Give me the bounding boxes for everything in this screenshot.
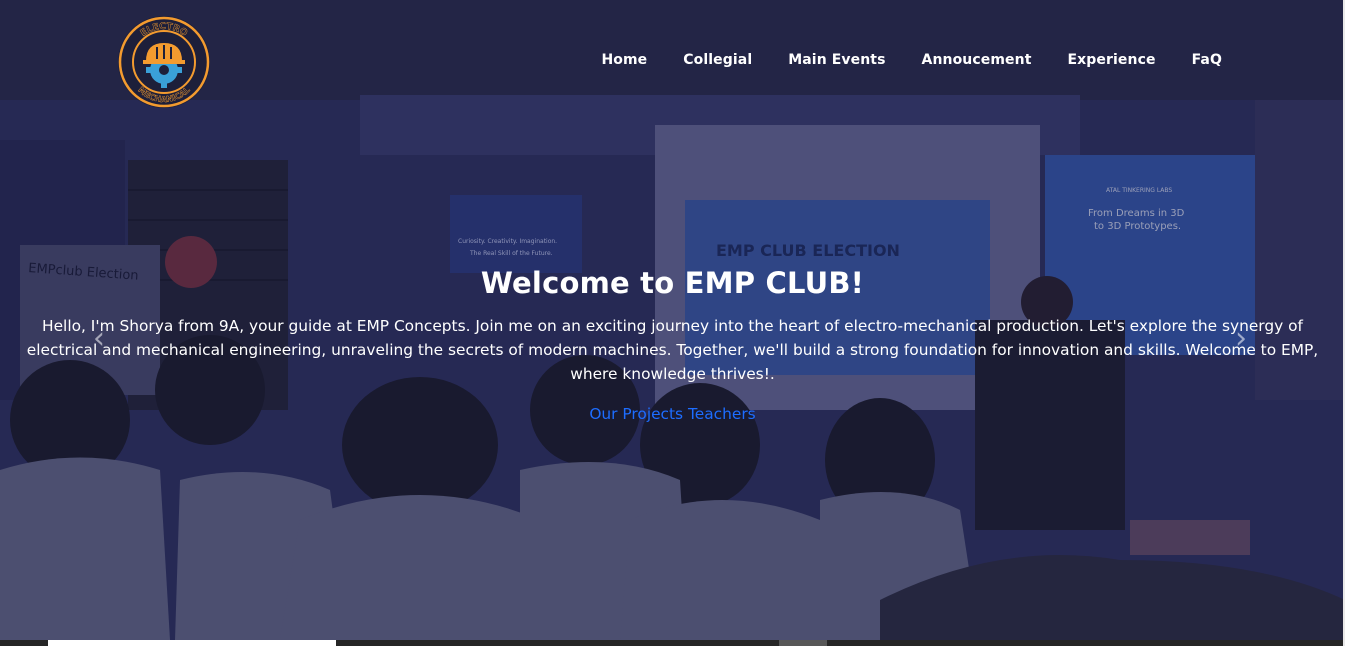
nav-announcement[interactable]: Annoucement xyxy=(922,52,1032,68)
projects-teachers-link[interactable]: Our Projects Teachers xyxy=(589,405,755,423)
chevron-left-icon[interactable]: ‹ xyxy=(88,322,110,356)
hero-description: Hello, I'm Shorya from 9A, your guide at… xyxy=(26,317,1319,383)
chevron-right-icon[interactable]: › xyxy=(1230,322,1252,356)
nav-main-events[interactable]: Main Events xyxy=(788,52,885,68)
main-nav: Home Collegial Main Events Annoucement E… xyxy=(601,52,1222,68)
hero-caption: Welcome to EMP CLUB! Hello, I'm Shorya f… xyxy=(0,266,1345,423)
next-section-image xyxy=(779,640,827,646)
nav-home[interactable]: Home xyxy=(601,52,647,68)
hero-carousel: EMPclub Election Curiosity. Creativity. … xyxy=(0,0,1345,640)
hero-title: Welcome to EMP CLUB! xyxy=(480,266,865,300)
club-logo[interactable]: ELECTRO MECHANICAL xyxy=(117,15,211,109)
nav-collegial[interactable]: Collegial xyxy=(683,52,752,68)
next-section-card xyxy=(48,640,336,646)
nav-faq[interactable]: FaQ xyxy=(1192,52,1222,68)
nav-experience[interactable]: Experience xyxy=(1068,52,1156,68)
